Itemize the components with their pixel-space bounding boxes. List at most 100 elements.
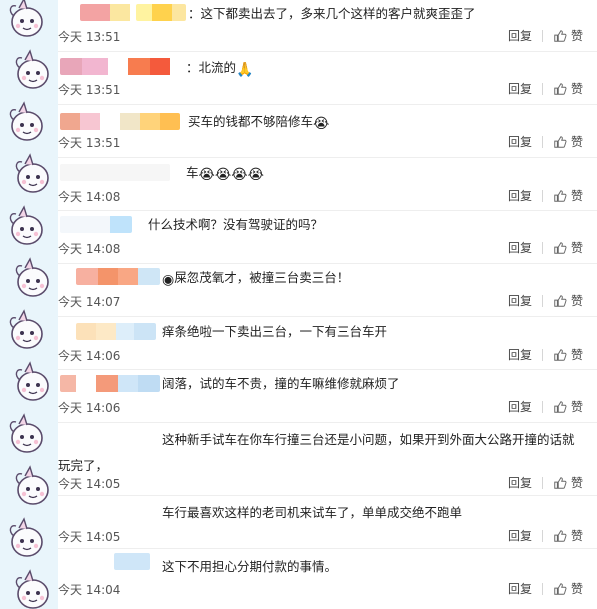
comment-text: ◉屎忽茂氧才，被撞三台卖三台！ (162, 270, 350, 288)
action-divider (541, 189, 543, 202)
action-divider (541, 400, 543, 413)
comment-time: 今天 14:06 (58, 349, 121, 363)
action-divider (541, 476, 543, 489)
comment-actions: 回复 赞 (508, 292, 583, 309)
comment-text: 这下不用担心分期付款的事情。 (162, 559, 338, 574)
thumbs-up-icon (554, 241, 567, 254)
like-label: 赞 (570, 348, 583, 362)
thumbs-up-icon (554, 348, 567, 361)
reply-button[interactable]: 回复 (508, 292, 532, 309)
comment-item: ：北流的🙏 今天 13:51 回复 赞 (58, 52, 597, 105)
avatar-icon: ◉ (162, 272, 175, 288)
thumbs-up-icon (554, 29, 567, 42)
comment-text: 什么技术啊？没有驾驶证的吗？ (148, 217, 324, 232)
action-divider (541, 348, 543, 361)
masked-username (60, 164, 170, 181)
comment-actions: 回复 赞 (508, 527, 583, 544)
comment-text: 痒条绝啦一下卖出三台，一下有三台车开 (162, 324, 388, 339)
comment-text: 车行最喜欢这样的老司机来试车了，单单成交绝不跑单 (162, 505, 463, 520)
like-button[interactable]: 赞 (553, 187, 583, 204)
masked-username (136, 4, 186, 21)
thumbs-up-icon (554, 582, 567, 595)
comment-item: 买车的钱都不够陪修车😭 今天 13:51 回复 赞 (58, 105, 597, 158)
action-divider (541, 241, 543, 254)
comment-time: 今天 13:51 (58, 83, 121, 97)
comment-actions: 回复 赞 (508, 346, 583, 363)
comment-time: 今天 14:08 (58, 242, 121, 256)
like-label: 赞 (570, 582, 583, 596)
reply-button[interactable]: 回复 (508, 80, 532, 97)
reply-button[interactable]: 回复 (508, 527, 532, 544)
like-button[interactable]: 赞 (553, 292, 583, 309)
comment-text: 车😭😭😭😭 (186, 165, 264, 183)
reply-button[interactable]: 回复 (508, 239, 532, 256)
reply-button[interactable]: 回复 (508, 474, 532, 491)
thumbs-up-icon (554, 476, 567, 489)
reply-button[interactable]: 回复 (508, 187, 532, 204)
thumbs-up-icon (554, 400, 567, 413)
comment-item: 这种新手试车在你车行撞三台还是小问题，如果开到外面大公路开撞的话就玩完了， 今天… (58, 423, 597, 496)
like-label: 赞 (570, 189, 583, 203)
pray-emoji: 🙏 (236, 62, 254, 78)
masked-username (60, 375, 160, 392)
reply-button[interactable]: 回复 (508, 398, 532, 415)
action-divider (541, 29, 543, 42)
like-button[interactable]: 赞 (553, 80, 583, 97)
comment-item: 车😭😭😭😭 今天 14:08 回复 赞 (58, 158, 597, 211)
comment-time: 今天 13:51 (58, 136, 121, 150)
like-label: 赞 (570, 294, 583, 308)
comment-item: 什么技术啊？没有驾驶证的吗？ 今天 14:08 回复 赞 (58, 211, 597, 264)
comment-item: 痒条绝啦一下卖出三台，一下有三台车开 今天 14:06 回复 赞 (58, 317, 597, 370)
reply-button[interactable]: 回复 (508, 133, 532, 150)
comment-actions: 回复 赞 (508, 580, 583, 597)
comment-text: ：这下都卖出去了，多来几个这样的客户就爽歪歪了 (188, 6, 476, 21)
like-button[interactable]: 赞 (553, 474, 583, 491)
masked-username (60, 113, 180, 130)
comment-actions: 回复 赞 (508, 187, 583, 204)
like-button[interactable]: 赞 (553, 239, 583, 256)
comment-text: 买车的钱都不够陪修车😭 (188, 114, 330, 132)
like-button[interactable]: 赞 (553, 398, 583, 415)
comment-actions: 回复 赞 (508, 239, 583, 256)
crying-emoji: 😭 (313, 116, 330, 132)
thumbs-up-icon (554, 294, 567, 307)
reply-button[interactable]: 回复 (508, 346, 532, 363)
like-label: 赞 (570, 241, 583, 255)
like-button[interactable]: 赞 (553, 580, 583, 597)
masked-username (76, 323, 156, 340)
action-divider (541, 135, 543, 148)
like-label: 赞 (570, 82, 583, 96)
comment-text: 这种新手试车在你车行撞三台还是小问题，如果开到外面大公路开撞的话就玩完了， (58, 432, 575, 473)
comment-item: 阔落，试的车不贵，撞的车嘛维修就麻烦了 今天 14:06 回复 赞 (58, 370, 597, 423)
reply-button[interactable]: 回复 (508, 27, 532, 44)
comment-text: 阔落，试的车不贵，撞的车嘛维修就麻烦了 (162, 376, 400, 391)
like-label: 赞 (570, 476, 583, 490)
comment-actions: 回复 赞 (508, 133, 583, 150)
action-divider (541, 82, 543, 95)
comment-list: ：这下都卖出去了，多来几个这样的客户就爽歪歪了 今天 13:51 回复 赞 ：北… (0, 0, 597, 609)
action-divider (541, 294, 543, 307)
reply-button[interactable]: 回复 (508, 580, 532, 597)
comment-time: 今天 14:04 (58, 583, 121, 597)
like-label: 赞 (570, 29, 583, 43)
comment-text: ：北流的🙏 (186, 60, 254, 78)
masked-username (76, 268, 160, 285)
action-divider (541, 529, 543, 542)
like-button[interactable]: 赞 (553, 133, 583, 150)
like-label: 赞 (570, 400, 583, 414)
comment-actions: 回复 赞 (508, 27, 583, 44)
like-button[interactable]: 赞 (553, 27, 583, 44)
like-button[interactable]: 赞 (553, 346, 583, 363)
masked-username (60, 216, 132, 233)
comment-time: 今天 14:07 (58, 295, 121, 309)
thumbs-up-icon (554, 135, 567, 148)
masked-username (60, 58, 180, 75)
comment-item: ◉屎忽茂氧才，被撞三台卖三台！ 今天 14:07 回复 赞 (58, 264, 597, 317)
thumbs-up-icon (554, 529, 567, 542)
like-button[interactable]: 赞 (553, 527, 583, 544)
comment-actions: 回复 赞 (508, 474, 583, 491)
action-divider (541, 582, 543, 595)
crying-emoji: 😭😭😭😭 (198, 167, 264, 183)
like-label: 赞 (570, 529, 583, 543)
thumbs-up-icon (554, 189, 567, 202)
